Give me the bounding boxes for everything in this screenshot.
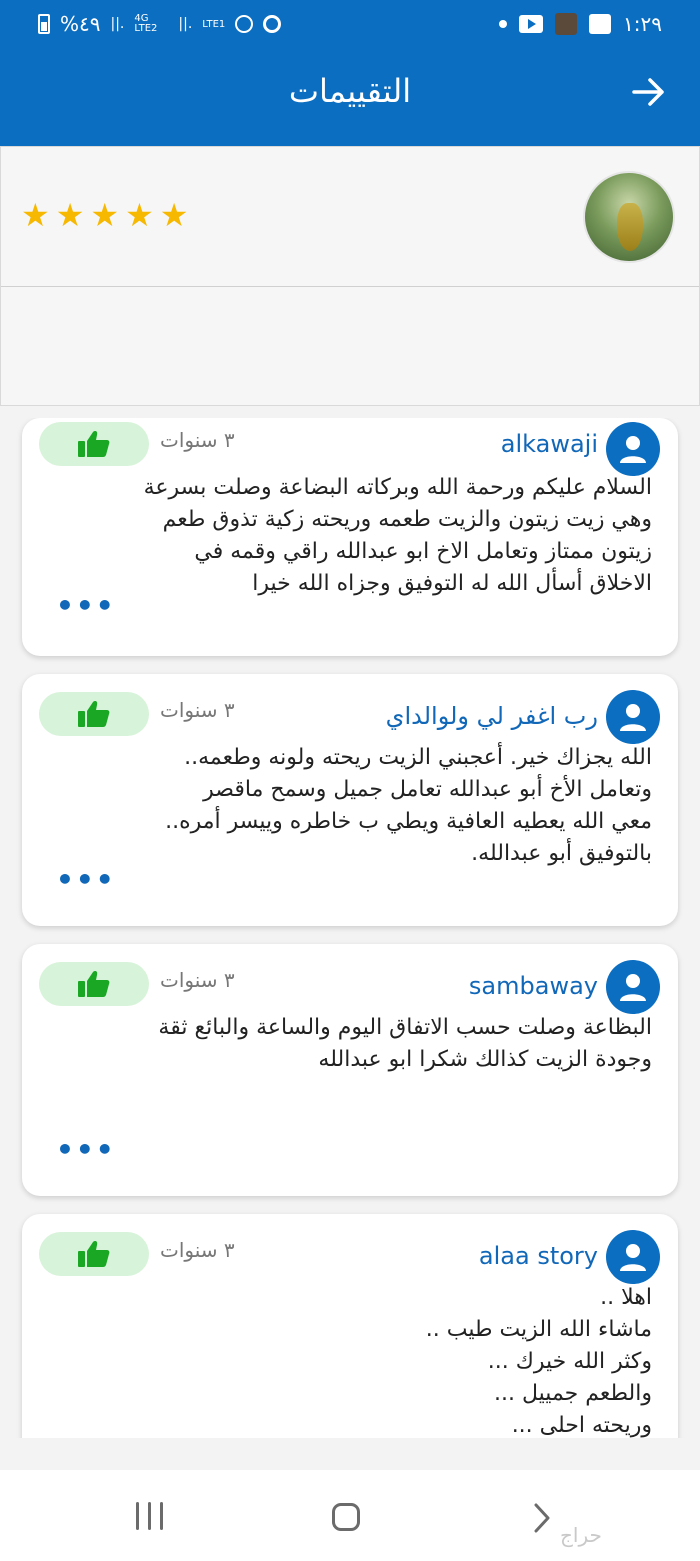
reviews-list[interactable]: alkawaji ٣ سنوات السلام عليكم ورحمة الله…	[0, 418, 700, 1438]
review-text: اهلا .. ماشاء الله الزيت طيب .. وكثر الل…	[425, 1285, 652, 1438]
status-bar: %٤٩ ||. 4G LTE2 ||. LTE1 ١:٢٩	[0, 0, 700, 48]
like-button[interactable]	[39, 422, 149, 466]
gallery-icon	[589, 14, 612, 34]
signal-icon: ||.	[110, 16, 125, 32]
thumbs-up-icon	[78, 1241, 110, 1267]
app-header: التقييمات	[0, 48, 700, 146]
review-text: الله يجزاك خير. أعجبني الزيت ريحته ولونه…	[165, 745, 652, 866]
user-icon	[620, 974, 646, 1001]
more-options-button[interactable]: •••	[56, 866, 116, 894]
star-icon: ★	[55, 196, 85, 234]
star-icon: ★	[21, 196, 50, 234]
back-arrow-icon[interactable]	[630, 74, 666, 110]
signal-icon-2: ||.	[178, 16, 193, 32]
dot-icon	[499, 20, 508, 28]
user-avatar[interactable]	[606, 690, 660, 744]
user-avatar[interactable]	[606, 960, 660, 1014]
alarm-icon	[263, 15, 282, 33]
seller-summary: ★ ★ ★ ★ ★	[0, 146, 700, 406]
recents-icon	[160, 1502, 163, 1530]
review-time: ٣ سنوات	[160, 1238, 235, 1262]
review-card: alaa story ٣ سنوات اهلا .. ماشاء الله ال…	[22, 1214, 678, 1438]
more-options-button[interactable]: •••	[56, 592, 116, 620]
clock-time: ١:٢٩	[623, 12, 662, 36]
like-button[interactable]	[39, 1232, 149, 1276]
star-icon: ★	[90, 196, 120, 234]
review-text: البظاعة وصلت حسب الاتفاق اليوم والساعة و…	[158, 1015, 652, 1072]
thumbs-up-icon	[78, 431, 110, 457]
recents-icon	[148, 1502, 151, 1530]
review-text: السلام عليكم ورحمة الله وبركاته البضاعة …	[143, 475, 652, 596]
user-icon	[620, 1244, 646, 1271]
review-card: رب اغفر لي ولوالداي ٣ سنوات الله يجزاك خ…	[22, 674, 678, 926]
page-title: التقييمات	[288, 72, 412, 110]
review-time: ٣ سنوات	[160, 968, 235, 992]
star-icon: ★	[125, 196, 154, 234]
app-icon	[555, 13, 578, 35]
network-label-2: LTE1	[202, 18, 226, 30]
user-icon	[620, 704, 646, 731]
recents-button[interactable]	[136, 1502, 163, 1530]
more-options-button[interactable]: •••	[56, 1136, 116, 1164]
reviewer-name[interactable]: رب اغفر لي ولوالداي	[386, 702, 598, 730]
network-label-1: 4G LTE2	[134, 13, 158, 34]
reviewer-name[interactable]: sambaway	[469, 972, 598, 1000]
user-avatar[interactable]	[606, 1230, 660, 1284]
user-icon	[620, 436, 646, 463]
status-left: %٤٩ ||. 4G LTE2 ||. LTE1	[38, 12, 282, 36]
like-button[interactable]	[39, 962, 149, 1006]
watermark-logo: حراج	[560, 1523, 602, 1547]
home-button[interactable]	[332, 1503, 360, 1531]
back-chevron-icon[interactable]	[532, 1502, 552, 1534]
user-avatar[interactable]	[606, 422, 660, 476]
review-card: alkawaji ٣ سنوات السلام عليكم ورحمة الله…	[22, 418, 678, 656]
thumbs-up-icon	[78, 971, 110, 997]
seller-row: ★ ★ ★ ★ ★	[1, 147, 699, 287]
thumbs-up-icon	[78, 701, 110, 727]
youtube-icon	[519, 15, 544, 33]
seller-avatar[interactable]	[583, 171, 675, 263]
battery-icon	[38, 14, 50, 34]
review-card: sambaway ٣ سنوات البظاعة وصلت حسب الاتفا…	[22, 944, 678, 1196]
hotspot-icon	[235, 15, 254, 33]
star-icon: ★	[159, 196, 189, 234]
review-time: ٣ سنوات	[160, 428, 235, 452]
reviewer-name[interactable]: alkawaji	[501, 430, 598, 458]
review-time: ٣ سنوات	[160, 698, 235, 722]
battery-percent: %٤٩	[60, 12, 101, 36]
recents-icon	[136, 1502, 139, 1530]
reviewer-name[interactable]: alaa story	[479, 1242, 598, 1270]
like-button[interactable]	[39, 692, 149, 736]
rating-stars: ★ ★ ★ ★ ★	[21, 199, 188, 231]
status-right: ١:٢٩	[499, 12, 662, 36]
system-nav-bar	[0, 1470, 700, 1561]
